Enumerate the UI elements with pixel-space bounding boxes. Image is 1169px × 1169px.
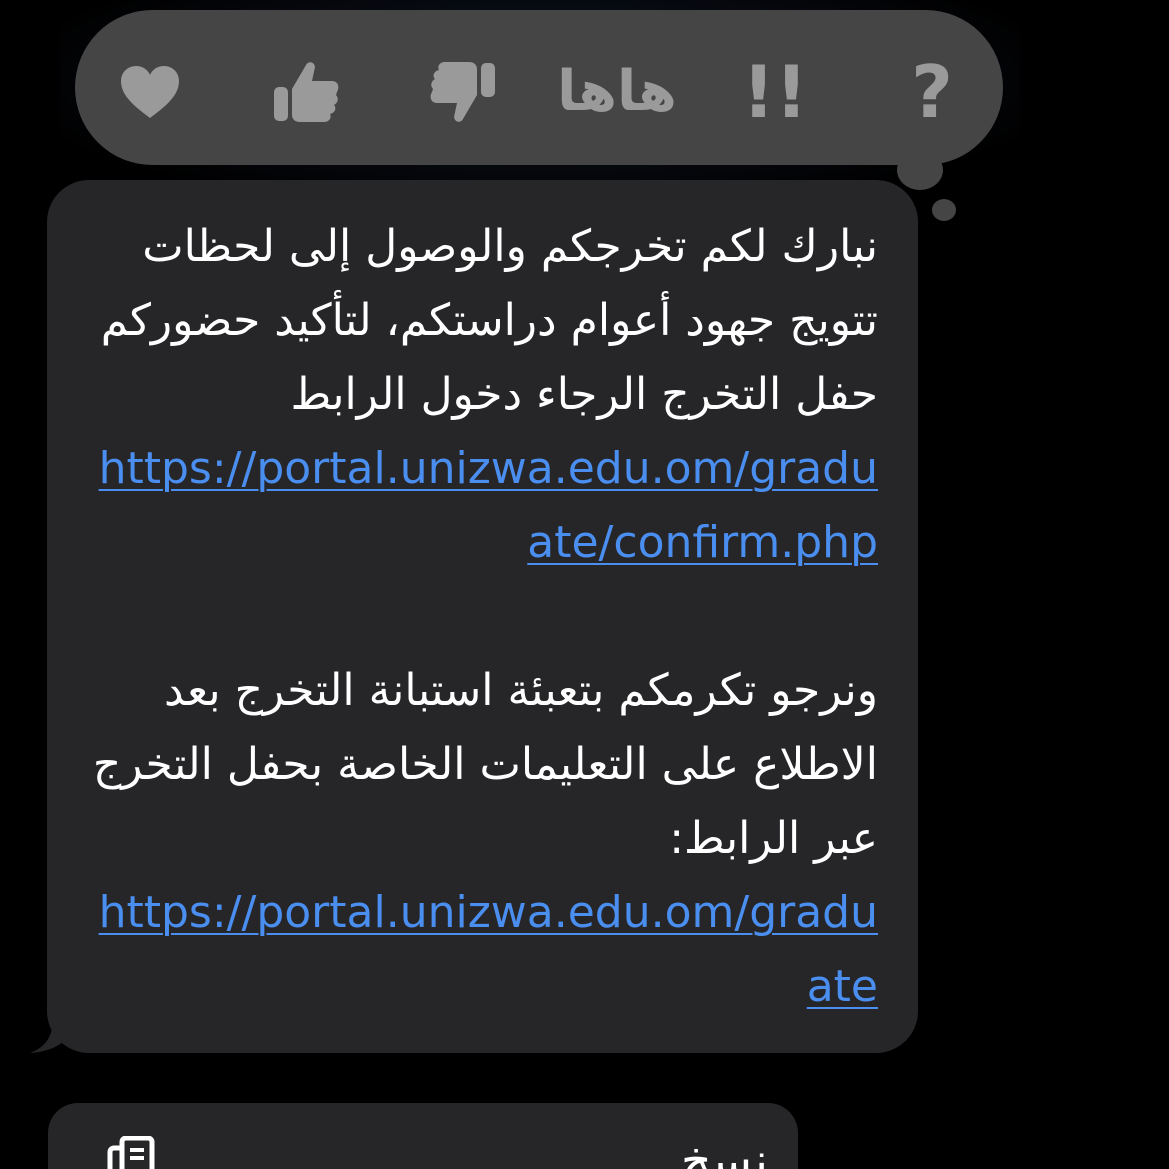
- double-exclamation-label: !!: [742, 50, 808, 134]
- messages-screen: هاها !! ? نبارك لكم تخرجكم والوصول إلى ل…: [0, 0, 1169, 1169]
- thumbs-up-icon: [274, 62, 339, 122]
- tapback-bar: [75, 10, 1003, 165]
- thumbs-down-reaction-button[interactable]: [425, 52, 501, 132]
- message-paragraph-2: ونرجو تكرمكم بتعبئة استبانة التخرج بعد ا…: [92, 665, 878, 864]
- context-menu: نسخ: [48, 1103, 798, 1169]
- haha-reaction-button[interactable]: هاها: [557, 52, 677, 132]
- tapback-tail-dot: [897, 150, 943, 190]
- heart-icon: [121, 66, 179, 118]
- message-bubble[interactable]: نبارك لكم تخرجكم والوصول إلى لحظات تتويج…: [47, 180, 918, 1053]
- tapback-tail-dot-small: [932, 199, 956, 221]
- message-paragraph-1: نبارك لكم تخرجكم والوصول إلى لحظات تتويج…: [100, 221, 878, 420]
- heart-reaction-button[interactable]: [112, 52, 188, 132]
- haha-label: هاها: [557, 59, 677, 124]
- confirm-link[interactable]: https://portal.unizwa.edu.om/graduate/co…: [78, 432, 878, 580]
- question-reaction-button[interactable]: ?: [900, 52, 964, 132]
- thumbs-up-reaction-button[interactable]: [268, 52, 344, 132]
- graduate-link[interactable]: https://portal.unizwa.edu.om/graduate: [78, 876, 878, 1024]
- copy-menu-item[interactable]: نسخ: [681, 1133, 768, 1169]
- question-label: ?: [911, 50, 953, 134]
- copy-icon: [106, 1135, 158, 1169]
- emphasize-reaction-button[interactable]: !!: [740, 52, 810, 132]
- thumbs-down-icon: [430, 62, 495, 122]
- message-text: نبارك لكم تخرجكم والوصول إلى لحظات تتويج…: [78, 210, 878, 1024]
